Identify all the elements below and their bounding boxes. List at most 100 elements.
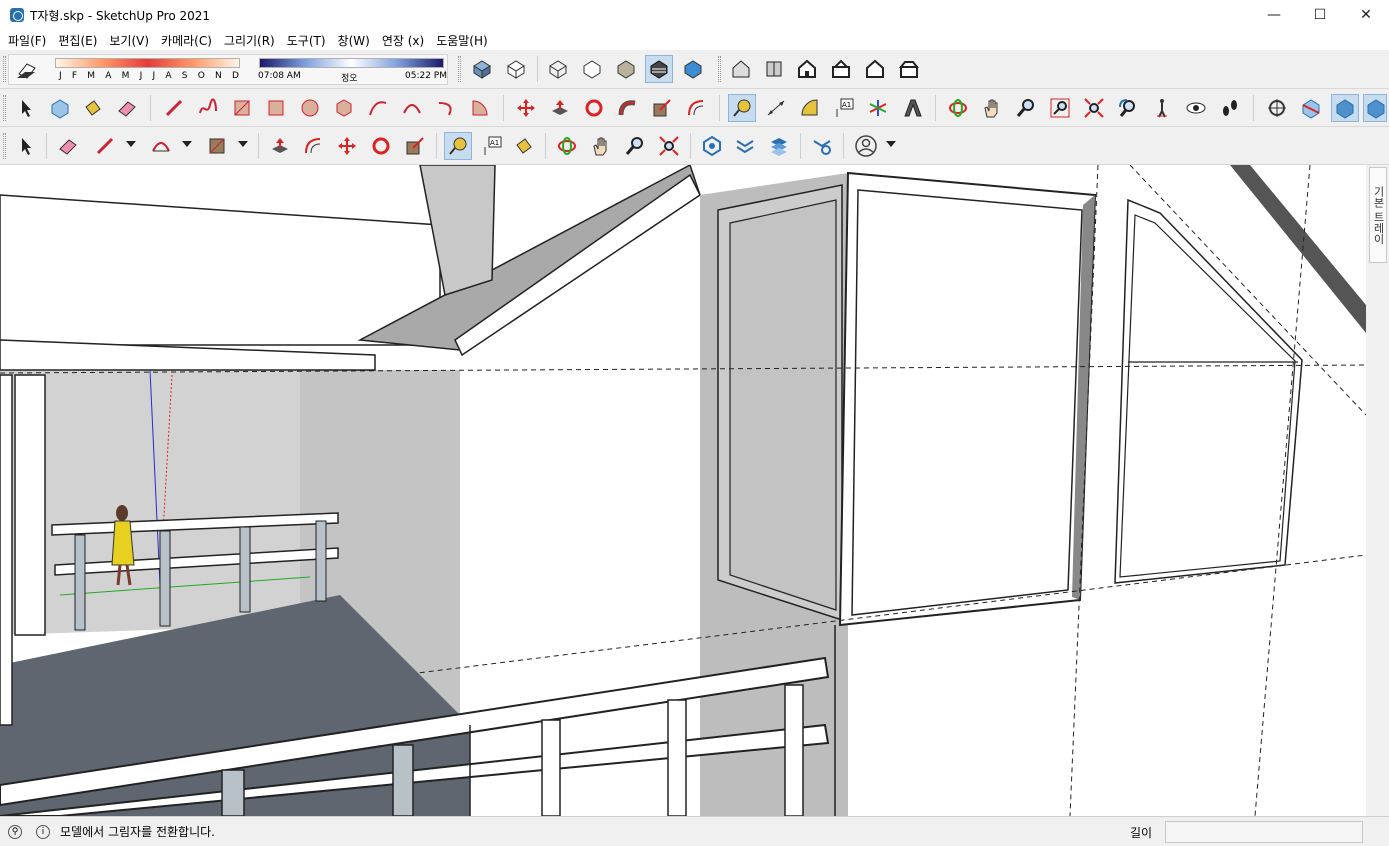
- menu-extensions[interactable]: 연장 (x): [376, 32, 430, 49]
- axes-button[interactable]: [864, 94, 892, 122]
- select-tool-button-small[interactable]: [12, 132, 40, 160]
- section-plane-button[interactable]: [1263, 94, 1291, 122]
- position-camera-button[interactable]: [1148, 94, 1176, 122]
- menu-help[interactable]: 도움말(H): [430, 32, 494, 49]
- toolbar-grip[interactable]: [718, 56, 721, 82]
- menu-draw[interactable]: 그리기(R): [218, 32, 281, 49]
- chevron-down-icon[interactable]: [238, 141, 248, 147]
- toggle-shadows-button[interactable]: [13, 56, 41, 84]
- walk-button[interactable]: [1216, 94, 1244, 122]
- back-view-button[interactable]: [861, 55, 889, 83]
- back-edges-button[interactable]: [502, 55, 530, 83]
- polygon-button[interactable]: [330, 94, 358, 122]
- account-button[interactable]: [852, 132, 880, 160]
- protractor-button[interactable]: [796, 94, 824, 122]
- push-pull-button[interactable]: [546, 94, 574, 122]
- zoom-extents-button-small[interactable]: [655, 132, 683, 160]
- left-view-button[interactable]: [895, 55, 923, 83]
- menu-tools[interactable]: 도구(T): [281, 32, 332, 49]
- zoom-extents-button[interactable]: [1080, 94, 1108, 122]
- rotate-button[interactable]: [580, 94, 608, 122]
- previous-view-button[interactable]: [1114, 94, 1142, 122]
- hidden-line-button[interactable]: [578, 55, 606, 83]
- menu-edit[interactable]: 편집(E): [52, 32, 103, 49]
- offset-button-small[interactable]: [299, 132, 327, 160]
- extension-warehouse-button[interactable]: [731, 132, 759, 160]
- toolbar-grip[interactable]: [3, 56, 6, 82]
- three-point-arc-button[interactable]: [432, 94, 460, 122]
- monochrome-button[interactable]: [679, 55, 707, 83]
- tape-measure-button[interactable]: [728, 94, 756, 122]
- pencil-dropdown-button[interactable]: [91, 132, 119, 160]
- tape-measure-button-small[interactable]: [444, 132, 472, 160]
- toolbar-grip[interactable]: [458, 56, 461, 82]
- arc-dropdown-button[interactable]: [147, 132, 175, 160]
- toolbar-grip[interactable]: [3, 95, 6, 121]
- zoom-button-small[interactable]: [621, 132, 649, 160]
- look-around-button[interactable]: [1182, 94, 1210, 122]
- push-pull-button-small[interactable]: [266, 132, 294, 160]
- move-button[interactable]: [512, 94, 540, 122]
- month-slider[interactable]: [55, 58, 240, 68]
- right-view-button[interactable]: [827, 55, 855, 83]
- two-point-arc-button[interactable]: [398, 94, 426, 122]
- chevron-down-icon[interactable]: [182, 141, 192, 147]
- xray-style-button[interactable]: [468, 55, 496, 83]
- menu-view[interactable]: 보기(V): [103, 32, 155, 49]
- line-tool-button[interactable]: [160, 94, 188, 122]
- dimension-button[interactable]: [762, 94, 790, 122]
- tray-tab[interactable]: 기본 트레이: [1369, 167, 1387, 263]
- move-button-small[interactable]: [333, 132, 361, 160]
- zoom-button[interactable]: [1012, 94, 1040, 122]
- measurement-input[interactable]: [1165, 821, 1363, 843]
- display-section-fill-button[interactable]: [1363, 94, 1387, 122]
- pan-button-small[interactable]: [587, 132, 615, 160]
- send-to-layout-button[interactable]: [765, 132, 793, 160]
- freehand-button[interactable]: [194, 94, 222, 122]
- menu-camera[interactable]: 카메라(C): [155, 32, 218, 49]
- maximize-button[interactable]: ☐: [1297, 0, 1343, 30]
- offset-button[interactable]: [682, 94, 710, 122]
- text-button[interactable]: A1: [830, 94, 858, 122]
- info-icon[interactable]: i: [36, 824, 50, 839]
- scale-button[interactable]: [648, 94, 676, 122]
- zoom-window-button[interactable]: [1046, 94, 1074, 122]
- pan-button[interactable]: [978, 94, 1006, 122]
- eraser-button-small[interactable]: [54, 132, 82, 160]
- menu-window[interactable]: 창(W): [332, 32, 376, 49]
- menu-file[interactable]: 파일(F): [2, 32, 52, 49]
- select-tool-button[interactable]: [12, 94, 40, 122]
- toolbar-grip[interactable]: [3, 133, 6, 159]
- eraser-button[interactable]: [113, 94, 141, 122]
- follow-me-button[interactable]: [614, 94, 642, 122]
- display-section-cuts-button[interactable]: [1331, 94, 1359, 122]
- minimize-button[interactable]: —: [1251, 0, 1297, 30]
- 3d-text-button[interactable]: [898, 94, 926, 122]
- scale-button-small[interactable]: [401, 132, 429, 160]
- circle-button[interactable]: [296, 94, 324, 122]
- shaded-textures-button[interactable]: [645, 55, 673, 83]
- rotate-button-small[interactable]: [367, 132, 395, 160]
- orbit-button-small[interactable]: [553, 132, 581, 160]
- display-section-planes-button[interactable]: [1297, 94, 1325, 122]
- top-view-button[interactable]: [760, 55, 788, 83]
- make-component-button[interactable]: [46, 94, 74, 122]
- paint-bucket-button-small[interactable]: [510, 132, 538, 160]
- rotated-rectangle-button[interactable]: [262, 94, 290, 122]
- close-button[interactable]: ✕: [1343, 0, 1389, 30]
- rectangle-button[interactable]: [228, 94, 256, 122]
- text-button-small[interactable]: A1: [478, 132, 506, 160]
- geo-location-icon[interactable]: ⚲: [8, 824, 22, 839]
- iso-view-button[interactable]: [727, 55, 755, 83]
- pie-button[interactable]: [466, 94, 494, 122]
- chevron-down-icon[interactable]: [886, 141, 896, 147]
- wireframe-button[interactable]: [544, 55, 572, 83]
- paint-bucket-button[interactable]: [79, 94, 107, 122]
- front-view-button[interactable]: [793, 55, 821, 83]
- extension-manager-button[interactable]: [808, 132, 836, 160]
- 3d-warehouse-button[interactable]: [698, 132, 726, 160]
- modeling-viewport[interactable]: [0, 165, 1366, 816]
- arc-button[interactable]: [364, 94, 392, 122]
- time-slider[interactable]: [259, 58, 444, 68]
- shaded-button[interactable]: [612, 55, 640, 83]
